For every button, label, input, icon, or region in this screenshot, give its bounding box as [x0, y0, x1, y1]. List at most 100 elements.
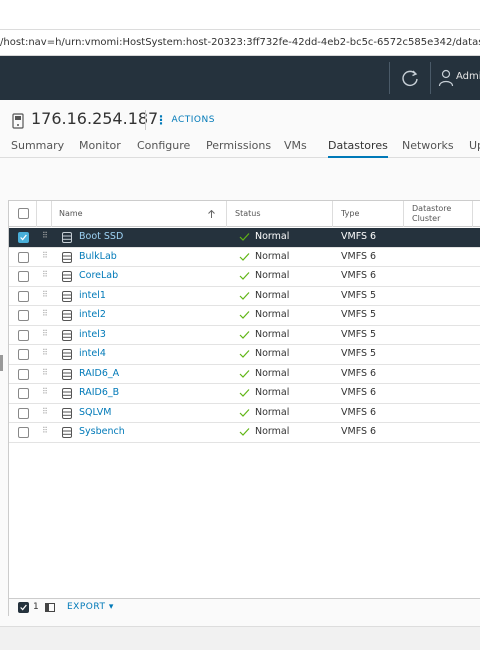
drag-handle-icon[interactable]: ⠿ — [42, 309, 48, 318]
datastore-icon — [62, 251, 72, 263]
column-toggle-icon[interactable] — [45, 603, 55, 612]
drag-handle-icon[interactable]: ⠿ — [42, 348, 48, 357]
tab-summary[interactable]: Summary — [11, 139, 64, 152]
datastore-name-link[interactable]: RAID6_B — [79, 387, 119, 398]
datastore-icon — [62, 290, 72, 302]
table-row[interactable]: ⠿ RAID6_B Normal VMFS 6 — [9, 384, 480, 404]
row-checkbox[interactable] — [18, 271, 29, 282]
address-bar[interactable]: /host:nav=h/urn:vmomi:HostSystem:host-20… — [0, 30, 480, 56]
status-text: Normal — [255, 289, 290, 301]
column-header-type[interactable]: Type — [341, 209, 359, 218]
column-separator — [403, 201, 404, 227]
table-row[interactable]: ⠿ BulkLab Normal VMFS 6 — [9, 248, 480, 267]
tab-networks[interactable]: Networks — [402, 139, 454, 152]
status-text: Normal — [255, 348, 290, 359]
tab-permissions[interactable]: Permissions — [206, 139, 271, 152]
datastore-name-link[interactable]: CoreLab — [79, 270, 118, 281]
datastores-grid: Name Status Type Datastore Cluster ⠿ Boot… — [8, 200, 480, 616]
row-checkbox[interactable] — [18, 388, 29, 399]
pane-resize-handle[interactable] — [0, 355, 3, 371]
actions-label: ACTIONS — [171, 115, 215, 125]
status-text: Normal — [255, 387, 290, 398]
row-checkbox[interactable] — [18, 251, 29, 263]
row-checkbox[interactable] — [18, 349, 29, 360]
table-row[interactable]: ⠿ intel3 Normal VMFS 5 — [9, 326, 480, 345]
type-text: VMFS 6 — [341, 231, 377, 242]
status-text: Normal — [255, 426, 290, 437]
export-button[interactable]: EXPORT ▾ — [67, 602, 114, 612]
datastore-icon — [62, 329, 72, 341]
table-row[interactable]: ⠿ Sysbench Normal VMFS 6 — [9, 423, 480, 443]
table-row[interactable]: ⠿ SQLVM Normal VMFS 6 — [9, 404, 480, 423]
table-row[interactable]: ⠿ Boot SSD Normal VMFS 6 — [9, 228, 480, 248]
datastore-icon — [62, 232, 72, 243]
table-row[interactable]: ⠿ CoreLab Normal VMFS 6 — [9, 267, 480, 287]
drag-handle-icon[interactable]: ⠿ — [42, 270, 48, 279]
tab-updates[interactable]: Up — [469, 139, 480, 152]
drag-handle-icon[interactable]: ⠿ — [42, 387, 48, 396]
table-row[interactable]: ⠿ intel4 Normal VMFS 5 — [9, 345, 480, 365]
grid-footer: 1 EXPORT ▾ — [9, 598, 480, 616]
vertical-ellipsis-icon: ⋮ — [155, 113, 168, 127]
select-all-checkbox[interactable] — [18, 208, 29, 219]
type-text: VMFS 6 — [341, 406, 377, 418]
datastore-name-link[interactable]: Boot SSD — [79, 231, 123, 242]
table-row[interactable]: ⠿ RAID6_A Normal VMFS 6 — [9, 365, 480, 384]
row-checkbox[interactable] — [18, 232, 29, 243]
column-header-cluster-line2[interactable]: Cluster — [412, 214, 440, 223]
drag-handle-icon[interactable]: ⠿ — [42, 426, 48, 435]
row-checkbox[interactable] — [18, 290, 29, 302]
table-row[interactable]: ⠿ intel2 Normal VMFS 5 — [9, 306, 480, 326]
user-icon[interactable] — [438, 69, 454, 87]
drag-handle-icon[interactable]: ⠿ — [42, 290, 48, 299]
check-icon — [239, 428, 250, 436]
bottom-panel-bar — [0, 626, 480, 650]
drag-handle-icon[interactable]: ⠿ — [42, 231, 48, 240]
datastore-name-link[interactable]: intel2 — [79, 309, 106, 320]
status-text: Normal — [255, 270, 290, 281]
datastore-icon — [62, 407, 72, 419]
refresh-icon[interactable] — [400, 68, 420, 88]
footer-selection-checkbox[interactable] — [18, 602, 29, 613]
datastore-name-link[interactable]: BulkLab — [79, 251, 117, 262]
type-text: VMFS 6 — [341, 426, 377, 437]
row-checkbox[interactable] — [18, 310, 29, 321]
column-header-name[interactable]: Name — [59, 209, 83, 218]
drag-handle-icon[interactable]: ⠿ — [42, 329, 48, 338]
actions-button[interactable]: ⋮ ACTIONS — [155, 111, 215, 129]
datastore-name-link[interactable]: intel1 — [79, 290, 106, 301]
tab-monitor[interactable]: Monitor — [79, 139, 121, 152]
drag-handle-icon[interactable]: ⠿ — [42, 368, 48, 377]
check-icon — [239, 272, 250, 280]
column-separator — [51, 201, 52, 227]
check-icon — [239, 369, 250, 378]
browser-tab-bar — [0, 0, 480, 30]
row-checkbox[interactable] — [18, 329, 29, 341]
title-divider — [145, 110, 146, 130]
user-menu-label[interactable]: Admi — [456, 71, 480, 82]
type-text: VMFS 5 — [341, 289, 377, 301]
datastore-name-link[interactable]: SQLVM — [79, 407, 111, 418]
drag-handle-icon[interactable]: ⠿ — [42, 251, 48, 260]
sort-arrow-up-icon[interactable] — [208, 210, 215, 218]
tab-datastores[interactable]: Datastores — [328, 139, 388, 158]
datastore-name-link[interactable]: RAID6_A — [79, 368, 119, 379]
type-text: VMFS 6 — [341, 270, 377, 281]
row-checkbox[interactable] — [18, 427, 29, 438]
tab-vms[interactable]: VMs — [284, 139, 307, 152]
row-checkbox[interactable] — [18, 368, 29, 380]
grid-header: Name Status Type Datastore Cluster — [9, 201, 480, 227]
drag-handle-icon[interactable]: ⠿ — [42, 407, 48, 416]
column-header-status[interactable]: Status — [235, 209, 261, 218]
column-header-cluster-line1[interactable]: Datastore — [412, 204, 451, 213]
row-checkbox[interactable] — [18, 407, 29, 419]
export-label: EXPORT — [67, 602, 106, 612]
type-text: VMFS 5 — [341, 328, 377, 340]
header-divider — [430, 62, 431, 94]
datastore-name-link[interactable]: Sysbench — [79, 426, 125, 437]
tab-configure[interactable]: Configure — [137, 139, 190, 152]
datastore-name-link[interactable]: intel4 — [79, 348, 106, 359]
datastore-name-link[interactable]: intel3 — [79, 329, 106, 340]
datastore-icon — [62, 271, 72, 282]
table-row[interactable]: ⠿ intel1 Normal VMFS 5 — [9, 287, 480, 306]
